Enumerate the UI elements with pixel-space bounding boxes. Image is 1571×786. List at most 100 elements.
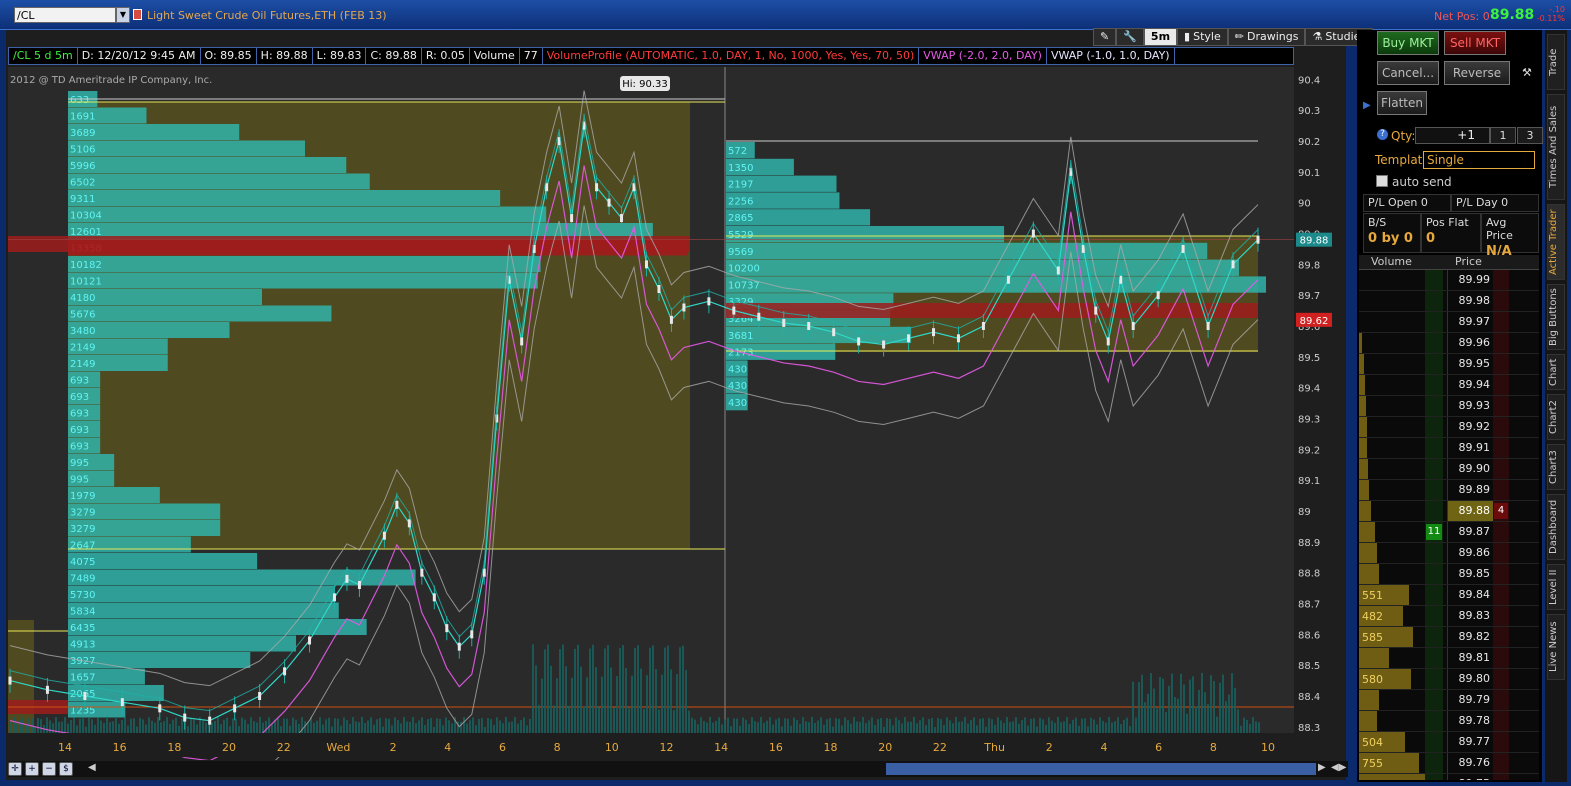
drawing-tool-icon[interactable]: ✎ (1093, 28, 1117, 46)
side-tab-level-ii[interactable]: Level II (1547, 564, 1565, 610)
ladder-bid-cell[interactable] (1425, 354, 1443, 374)
ladder-row[interactable]: 89.89 (1359, 480, 1539, 501)
ladder-row[interactable]: 89.96 (1359, 333, 1539, 354)
ladder-ask-cell[interactable] (1493, 564, 1509, 584)
ladder-bid-cell[interactable] (1425, 627, 1443, 647)
price-chart[interactable]: 6331691368951065996650293111030412601133… (0, 0, 1350, 760)
flatten-button[interactable]: Flatten (1377, 91, 1427, 115)
ladder-ask-cell[interactable] (1493, 690, 1509, 710)
study-volume-profile[interactable]: VolumeProfile (AUTOMATIC, 1.0, DAY, 1, N… (543, 48, 920, 64)
ladder-row[interactable]: 89.99 (1359, 270, 1539, 291)
ladder-bid-cell[interactable] (1425, 669, 1443, 689)
cancel-button[interactable]: Cancel... (1377, 61, 1439, 85)
ladder-bid-cell[interactable] (1425, 312, 1443, 332)
ladder-ask-cell[interactable] (1493, 312, 1509, 332)
auto-send-checkbox[interactable] (1376, 175, 1388, 187)
ladder-ask-cell[interactable] (1493, 396, 1509, 416)
ladder-bid-cell[interactable] (1425, 291, 1443, 311)
study-vwap-1[interactable]: VWAP (-1.0, 1.0, DAY) (1047, 48, 1175, 64)
drawings-button[interactable]: ✏ Drawings (1227, 28, 1306, 46)
ladder-bid-cell[interactable] (1425, 774, 1443, 780)
ladder-ask-cell[interactable] (1493, 375, 1509, 395)
ladder-ask-cell[interactable] (1493, 522, 1509, 542)
ladder-bid-cell[interactable] (1425, 564, 1443, 584)
ladder-row[interactable]: 504 89.77 (1359, 732, 1539, 753)
ladder-bid-cell[interactable] (1425, 585, 1443, 605)
ladder-bid-cell[interactable] (1425, 438, 1443, 458)
scroll-right-icon[interactable]: ▶ (1318, 762, 1326, 773)
ladder-bid-cell[interactable] (1425, 543, 1443, 563)
sell-mkt-button[interactable]: Sell MKT (1444, 31, 1506, 55)
side-tab-times-and-sales[interactable]: Times And Sales (1547, 94, 1565, 200)
ladder-row[interactable]: 755 89.76 (1359, 753, 1539, 774)
study-vwap-2[interactable]: VWAP (-2.0, 2.0, DAY) (919, 48, 1047, 64)
ladder-bid-cell[interactable] (1425, 396, 1443, 416)
ladder-row[interactable]: 89.92 (1359, 417, 1539, 438)
dollar-icon[interactable]: $ (59, 762, 73, 776)
interval-selector[interactable]: 5m (1143, 28, 1178, 46)
ladder-bid-cell[interactable] (1425, 690, 1443, 710)
ladder-row[interactable]: 89.90 (1359, 459, 1539, 480)
wrench-icon[interactable]: 🔧 (1116, 28, 1144, 46)
ladder-row[interactable]: 89.81 (1359, 648, 1539, 669)
ladder-ask-cell[interactable] (1493, 480, 1509, 500)
ladder-row[interactable]: 11 89.87 (1359, 522, 1539, 543)
ladder-row[interactable]: 482 89.83 (1359, 606, 1539, 627)
qty-input[interactable]: +1 (1415, 127, 1490, 144)
ladder-ask-cell[interactable] (1493, 543, 1509, 563)
ladder-bid-cell[interactable] (1425, 648, 1443, 668)
ladder-ask-cell[interactable] (1493, 291, 1509, 311)
ladder-bid-cell[interactable] (1425, 459, 1443, 479)
ladder-row[interactable]: 585 89.82 (1359, 627, 1539, 648)
ladder-bid-cell[interactable] (1425, 501, 1443, 521)
ladder-ask-cell[interactable] (1493, 438, 1509, 458)
scrollbar-thumb[interactable] (886, 763, 1316, 775)
zoom-in-icon[interactable]: + (25, 762, 39, 776)
side-tab-chart3[interactable]: Chart3 (1547, 444, 1565, 490)
ladder-bid-cell[interactable] (1425, 732, 1443, 752)
zoom-out-icon[interactable]: − (42, 762, 56, 776)
style-button[interactable]: ▮ Style (1177, 28, 1228, 46)
ladder-bid-cell[interactable] (1425, 480, 1443, 500)
ladder-ask-cell[interactable] (1493, 648, 1509, 668)
ladder-row[interactable]: 89.93 (1359, 396, 1539, 417)
crosshair-icon[interactable]: ✛ (8, 762, 22, 776)
ladder-row[interactable]: 89.79 (1359, 690, 1539, 711)
ladder-bid-cell[interactable] (1425, 417, 1443, 437)
ladder-ask-cell[interactable] (1493, 606, 1509, 626)
qty-preset-3[interactable]: 3 (1517, 127, 1543, 144)
scroll-left-icon[interactable]: ◀ (88, 762, 96, 773)
ladder-ask-cell[interactable] (1493, 753, 1509, 773)
ladder-bid-cell[interactable] (1425, 711, 1443, 731)
qty-preset-1[interactable]: 1 (1490, 127, 1516, 144)
ladder-row[interactable]: 551 89.84 (1359, 585, 1539, 606)
side-tab-chart2[interactable]: Chart2 (1547, 394, 1565, 440)
ladder-ask-cell[interactable] (1493, 732, 1509, 752)
ladder-ask-cell[interactable] (1493, 711, 1509, 731)
side-tab-live-news[interactable]: Live News (1547, 614, 1565, 680)
expand-icon[interactable]: ◀▶ (1331, 762, 1346, 773)
ladder-row[interactable]: 580 89.80 (1359, 669, 1539, 690)
side-tab-dashboard[interactable]: Dashboard (1547, 494, 1565, 560)
ladder-row[interactable]: 89.85 (1359, 564, 1539, 585)
ladder-row[interactable]: 89.86 (1359, 543, 1539, 564)
ladder-row[interactable]: 89.78 (1359, 711, 1539, 732)
settings-wrench-icon[interactable]: ⚒ (1522, 66, 1532, 79)
side-tab-chart[interactable]: Chart (1547, 354, 1565, 390)
ladder-ask-cell[interactable] (1493, 627, 1509, 647)
price-ladder[interactable]: 89.99 89.98 89.97 89.96 89.95 89.94 89.93 89.92… (1359, 270, 1539, 780)
ladder-bid-cell[interactable] (1425, 753, 1443, 773)
template-select[interactable]: Single (1423, 151, 1535, 169)
buy-mkt-button[interactable]: Buy MKT (1377, 31, 1439, 55)
ladder-bid-cell[interactable] (1425, 333, 1443, 353)
side-tab-active-trader[interactable]: Active Trader (1547, 204, 1565, 280)
ladder-ask-cell[interactable] (1493, 354, 1509, 374)
ladder-row[interactable]: 89.97 (1359, 312, 1539, 333)
ladder-bid-cell[interactable] (1425, 375, 1443, 395)
ladder-ask-cell[interactable] (1493, 669, 1509, 689)
side-tab-trade[interactable]: Trade (1547, 34, 1565, 90)
ladder-row[interactable]: 870 89.75 (1359, 774, 1539, 780)
expand-arrow-icon[interactable]: ▶ (1363, 100, 1371, 111)
ladder-ask-cell[interactable] (1493, 459, 1509, 479)
ladder-row[interactable]: 89.91 (1359, 438, 1539, 459)
